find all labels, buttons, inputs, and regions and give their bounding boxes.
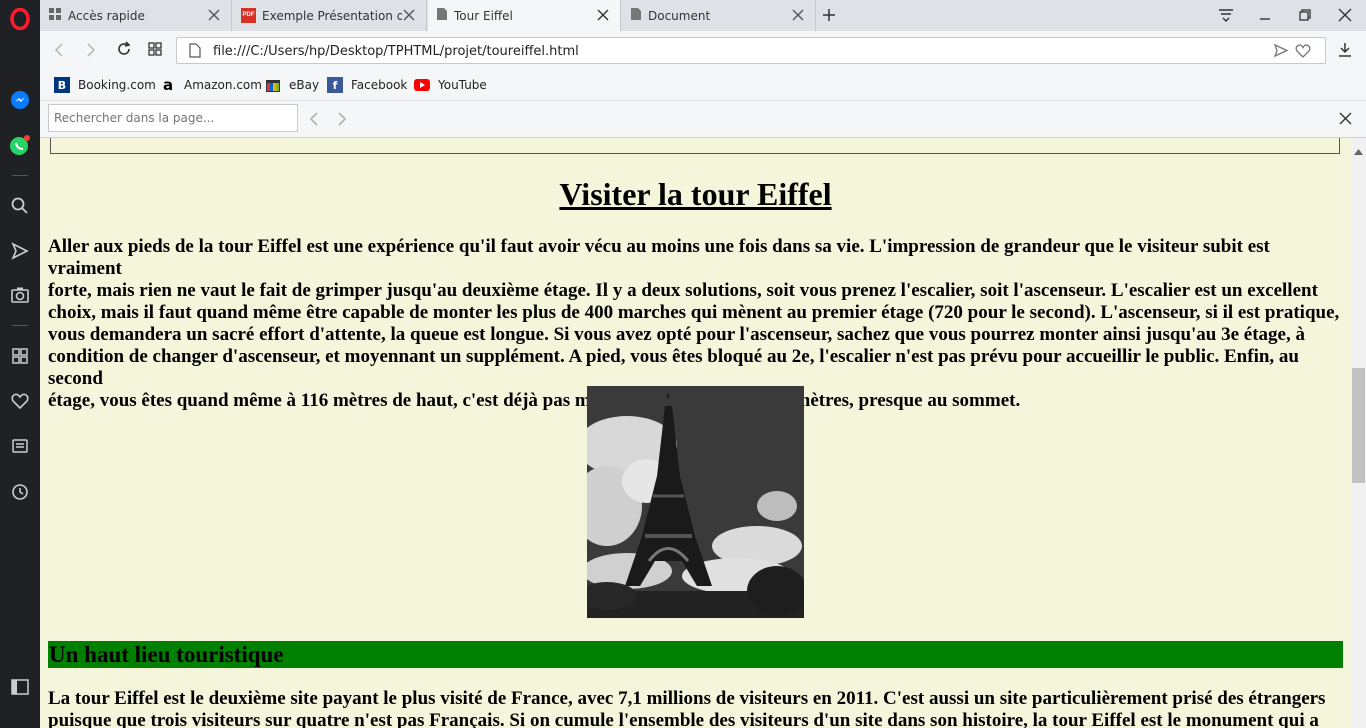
download-icon[interactable]	[1337, 42, 1353, 63]
whatsapp-icon[interactable]	[8, 133, 32, 157]
text-line: forte, mais rien ne vaut le fait de grim…	[48, 280, 1318, 301]
scroll-thumb[interactable]	[1352, 368, 1365, 483]
page-icon	[630, 7, 642, 24]
opera-sidebar	[0, 0, 40, 728]
back-icon[interactable]	[52, 42, 66, 63]
sidebar-divider	[12, 325, 28, 326]
page-content: Visiter la tour Eiffel Aller aux pieds d…	[40, 138, 1351, 728]
restore-icon[interactable]	[1298, 8, 1312, 27]
scroll-up-icon[interactable]	[1354, 142, 1363, 160]
booking-icon: B	[54, 77, 70, 93]
send-icon[interactable]	[8, 239, 32, 263]
camera-icon[interactable]	[8, 283, 32, 307]
url-text: file:///C:/Users/hp/Desktop/TPHTML/proje…	[213, 44, 579, 59]
amazon-icon: a	[162, 76, 174, 94]
bookmark-amazon[interactable]: a Amazon.com	[160, 75, 262, 95]
section-paragraph: La tour Eiffel est le deuxième site paya…	[48, 688, 1346, 728]
youtube-icon	[414, 77, 430, 93]
address-bar: file:///C:/Users/hp/Desktop/TPHTML/proje…	[40, 31, 1366, 70]
find-bar	[40, 101, 1366, 138]
speed-dial-icon[interactable]	[8, 344, 32, 368]
eiffel-tower-image	[587, 386, 804, 618]
facebook-icon: f	[327, 77, 343, 93]
page-icon	[436, 7, 448, 24]
bookmark-label: eBay	[289, 78, 320, 92]
tab-acces-rapide[interactable]: Accès rapide	[40, 0, 232, 31]
bookmark-label: Amazon.com	[184, 78, 262, 92]
tab-label: Accès rapide	[68, 8, 145, 23]
page-title: Visiter la tour Eiffel	[559, 176, 832, 212]
search-icon[interactable]	[8, 194, 32, 218]
sidebar-toggle-icon[interactable]	[8, 675, 32, 699]
bookmark-label: Facebook	[351, 78, 408, 92]
bookmark-label: YouTube	[438, 78, 487, 92]
news-icon[interactable]	[8, 434, 32, 458]
text-line: condition de changer d'ascenseur, et moy…	[48, 346, 1299, 389]
tab-exemple-presentation[interactable]: PDF Exemple Présentation du p	[233, 0, 427, 31]
bookmark-booking[interactable]: B Booking.com	[54, 75, 156, 95]
sidebar-divider	[12, 175, 28, 176]
ebay-icon	[265, 77, 281, 93]
bookmark-ebay[interactable]: eBay	[265, 75, 319, 95]
close-icon[interactable]	[791, 8, 805, 22]
section-title: Un haut lieu touristique	[48, 641, 1343, 668]
tab-document[interactable]: Document	[622, 0, 816, 31]
speed-dial-icon[interactable]	[148, 42, 162, 61]
tab-label: Tour Eiffel	[454, 8, 513, 23]
text-line: puisque que trois visiteurs sur quatre n…	[48, 710, 1319, 728]
url-field[interactable]: file:///C:/Users/hp/Desktop/TPHTML/proje…	[176, 37, 1326, 64]
vertical-scrollbar[interactable]	[1351, 138, 1366, 728]
bookmark-youtube[interactable]: YouTube	[414, 75, 487, 95]
bookmark-heart-icon[interactable]	[1295, 43, 1311, 63]
close-icon[interactable]	[207, 8, 221, 22]
history-icon[interactable]	[8, 480, 32, 504]
reload-icon[interactable]	[116, 41, 132, 62]
close-find-icon[interactable]	[1339, 112, 1352, 130]
tab-menu-icon[interactable]	[1218, 8, 1234, 27]
bookmarks-bar: B Booking.com a Amazon.com eBay f Facebo…	[40, 70, 1366, 101]
bookmark-label: Booking.com	[78, 78, 156, 92]
close-icon[interactable]	[596, 8, 610, 22]
tab-tour-eiffel[interactable]: Tour Eiffel	[428, 0, 621, 31]
tab-label: Exemple Présentation du p	[262, 8, 402, 23]
find-previous-icon[interactable]	[308, 111, 320, 132]
new-tab-icon[interactable]	[822, 8, 836, 27]
messenger-icon[interactable]	[8, 88, 32, 112]
find-next-icon[interactable]	[336, 111, 348, 132]
opera-logo-icon[interactable]	[8, 7, 32, 31]
heart-icon[interactable]	[8, 389, 32, 413]
find-in-page-input[interactable]	[48, 104, 298, 132]
text-line: La tour Eiffel est le deuxième site paya…	[48, 688, 1326, 709]
text-line: choix, mais il faut quand même être capa…	[48, 302, 1340, 323]
snapshot-send-icon[interactable]	[1273, 43, 1289, 63]
pdf-icon: PDF	[241, 8, 256, 23]
page-icon	[189, 43, 201, 63]
text-line: Aller aux pieds de la tour Eiffel est un…	[48, 236, 1270, 279]
close-icon[interactable]	[402, 8, 416, 22]
text-line: vous demandera un sacré effort d'attente…	[48, 324, 1305, 345]
minimize-icon[interactable]	[1258, 8, 1272, 27]
tab-bar: Accès rapide PDF Exemple Présentation du…	[40, 0, 1366, 31]
header-box	[50, 138, 1340, 154]
grid-icon	[48, 7, 62, 24]
tab-label: Document	[648, 8, 711, 23]
close-window-icon[interactable]	[1338, 8, 1352, 27]
bookmark-facebook[interactable]: f Facebook	[327, 75, 407, 95]
forward-icon[interactable]	[84, 42, 98, 63]
